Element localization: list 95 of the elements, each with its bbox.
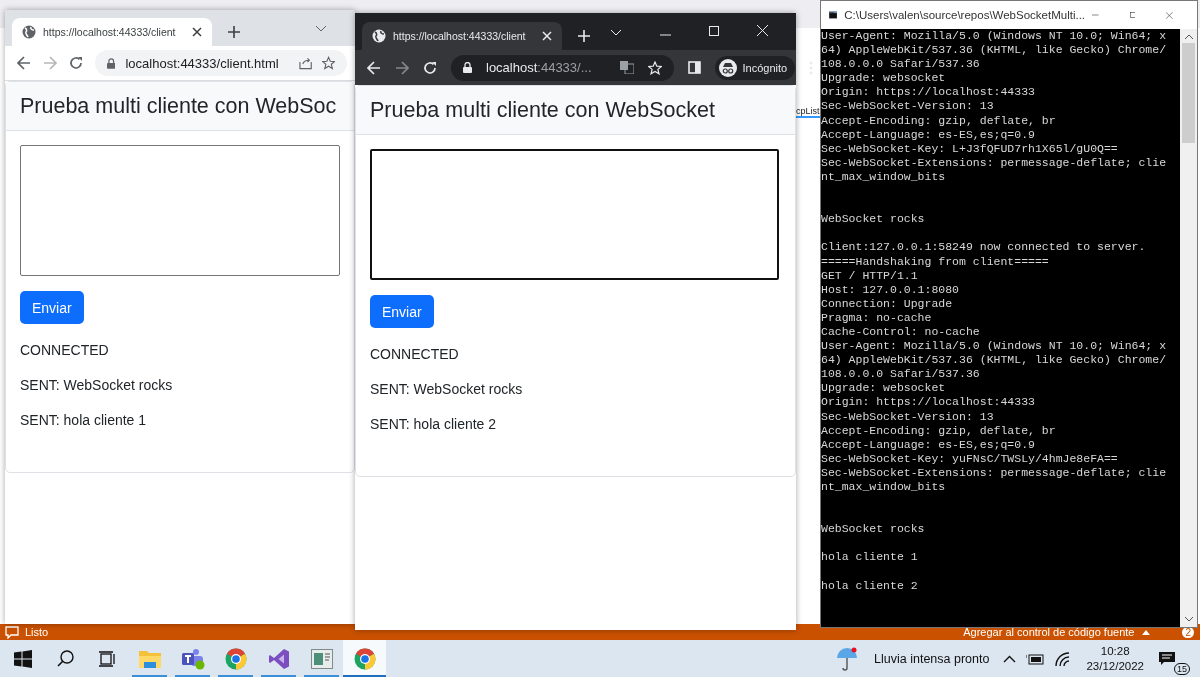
teams-icon[interactable]	[180, 647, 205, 670]
source-control-button[interactable]: Agregar al control de código fuente	[963, 626, 1135, 638]
console-line: 108.0.0.0 Safari/537.36	[821, 367, 981, 382]
console-line: Origin: https://localhost:44333	[821, 85, 1036, 100]
back-icon[interactable]	[17, 56, 31, 70]
console-line: Accept-Language: es-ES,es;q=0.9	[821, 437, 1036, 452]
browser-tab[interactable]: https://localhost:44333/client	[362, 22, 562, 50]
console-line: 108.0.0.0 Safari/537.36	[821, 57, 981, 72]
console-line: Sec-WebSocket-Key: yuFNsC/TWSLy/4hmJe8eFA==	[821, 451, 1119, 466]
log-line: SENT: WebSocket rocks	[20, 376, 173, 394]
console-line: =====Handshaking from client=====	[821, 254, 1050, 269]
console-line: Accept-Encoding: gzip, deflate, br	[821, 423, 1057, 438]
lock-icon	[463, 62, 472, 73]
globe-icon	[22, 25, 36, 39]
chevron-up-icon[interactable]	[1003, 654, 1017, 663]
address-bar[interactable]: localhost:44333/client.html	[95, 50, 347, 76]
visual-studio-icon[interactable]	[267, 647, 290, 670]
console-line: Sec-WebSocket-Version: 13	[821, 409, 995, 424]
lock-icon	[107, 57, 116, 69]
console-line: GET / HTTP/1.1	[821, 268, 919, 283]
console-line: Client:127.0.0.1:58249 now connected to server.	[821, 240, 1147, 255]
umbrella-icon[interactable]	[836, 646, 859, 671]
battery-icon[interactable]	[1026, 652, 1045, 665]
console-line: User-Agent: Mozilla/5.0 (Windows NT 10.0; Win64; x	[821, 339, 1168, 354]
console-line: hola cliente 2	[821, 578, 919, 593]
log-line: CONNECTED	[20, 341, 109, 359]
console-line: Host: 127.0.0.1:8080	[821, 282, 961, 297]
scroll-thumb[interactable]	[1182, 43, 1195, 143]
console-line: Sec-WebSocket-Extensions: permessage-deflate; clie	[821, 465, 1168, 480]
tab-title: https://localhost:44333/client	[393, 30, 527, 42]
star-icon[interactable]	[321, 56, 335, 70]
task-view-icon[interactable]	[98, 650, 116, 667]
scrollbar[interactable]	[1180, 29, 1197, 627]
page-heading: Prueba multi cliente con WebSoc	[20, 93, 337, 119]
console-line: Sec-WebSocket-Key: L+J3fQFUD7rh1X65l/gU0Q==	[821, 141, 1119, 156]
send-button[interactable]: Enviar	[20, 291, 84, 324]
console-line: Origin: https://localhost:44333	[821, 395, 1036, 410]
url-path: :44333/...	[537, 60, 592, 75]
share-icon[interactable]	[298, 56, 312, 70]
windows-start-icon[interactable]	[14, 649, 32, 668]
console-line: User-Agent: Mozilla/5.0 (Windows NT 10.0; Win64; x	[821, 29, 1168, 44]
translate-icon[interactable]	[619, 61, 634, 74]
log-line: SENT: WebSocket rocks	[370, 380, 523, 398]
side-panel-icon[interactable]	[687, 61, 701, 74]
comment-icon	[5, 625, 19, 639]
console-line: nt_max_window_bits	[821, 480, 947, 495]
console-line: Connection: Upgrade	[821, 296, 954, 311]
close-icon[interactable]	[192, 27, 202, 37]
notifications-button[interactable]: 15	[1158, 641, 1190, 676]
chrome-icon[interactable]	[224, 647, 247, 670]
window-title: C:\Users\valen\source\repos\WebSocketMulti...	[844, 9, 1086, 21]
console-line: Accept-Language: es-ES,es;q=0.9	[821, 127, 1036, 142]
console-line: nt_max_window_bits	[821, 169, 947, 185]
console-line: 64) AppleWebKit/537.36 (KHTML, like Gecko) Chrome/	[821, 43, 1168, 58]
console-line: Cache-Control: no-cache	[821, 324, 981, 340]
reload-icon[interactable]	[69, 56, 83, 70]
tab-title: https://localhost:44333/client	[43, 26, 177, 38]
weather-text[interactable]: Lluvia intensa pronto	[874, 651, 990, 666]
send-button[interactable]: Enviar	[370, 295, 434, 328]
globe-icon	[372, 29, 386, 43]
console-line: Accept-Encoding: gzip, deflate, br	[821, 113, 1057, 128]
new-tab-icon[interactable]	[228, 26, 240, 38]
scroll-up-icon[interactable]	[1184, 34, 1193, 39]
chrome-icon[interactable]	[353, 647, 376, 670]
console-line: hola cliente 1	[821, 550, 919, 565]
console-line: Sec-WebSocket-Extensions: permessage-deflate; clie	[821, 155, 1168, 170]
console-line: WebSocket rocks	[821, 212, 926, 227]
scroll-down-icon[interactable]	[1184, 617, 1193, 622]
log-line: SENT: hola cliente 1	[20, 411, 147, 429]
search-icon[interactable]	[56, 650, 74, 667]
console-line: Upgrade: websocket	[821, 71, 947, 86]
url-host: localhost	[486, 60, 538, 75]
clock[interactable]: 10:28 23/12/2022	[1086, 643, 1144, 674]
incognito-button[interactable]: Incógnito	[714, 55, 796, 80]
console-line: Sec-WebSocket-Version: 13	[821, 99, 995, 114]
status-text: Listo	[25, 626, 49, 638]
message-icon	[1158, 650, 1176, 667]
console-icon	[829, 9, 838, 21]
message-field[interactable]	[20, 145, 340, 276]
console-line: WebSocket rocks	[821, 522, 926, 537]
log-line: SENT: hola cliente 2	[370, 415, 497, 433]
log-line: CONNECTED	[370, 345, 459, 363]
console-line: Upgrade: websocket	[821, 381, 947, 396]
editor-tab[interactable]: cpList	[796, 106, 820, 118]
console-line: 64) AppleWebKit/537.36 (KHTML, like Gecko) Chrome/	[821, 353, 1168, 368]
address-bar[interactable]: localhost:44333/...	[451, 54, 674, 81]
url-host: localhost:44333/client.html	[125, 55, 279, 71]
page-heading: Prueba multi cliente con WebSocket	[370, 97, 715, 123]
console-line: Pragma: no-cache	[821, 310, 933, 325]
folder-icon[interactable]	[138, 648, 161, 669]
maximize-icon[interactable]	[709, 26, 719, 36]
message-field[interactable]	[370, 149, 779, 280]
incognito-icon	[718, 58, 737, 77]
window-app-icon[interactable]	[310, 648, 333, 669]
browser-tab[interactable]: https://localhost:44333/client	[12, 18, 212, 46]
